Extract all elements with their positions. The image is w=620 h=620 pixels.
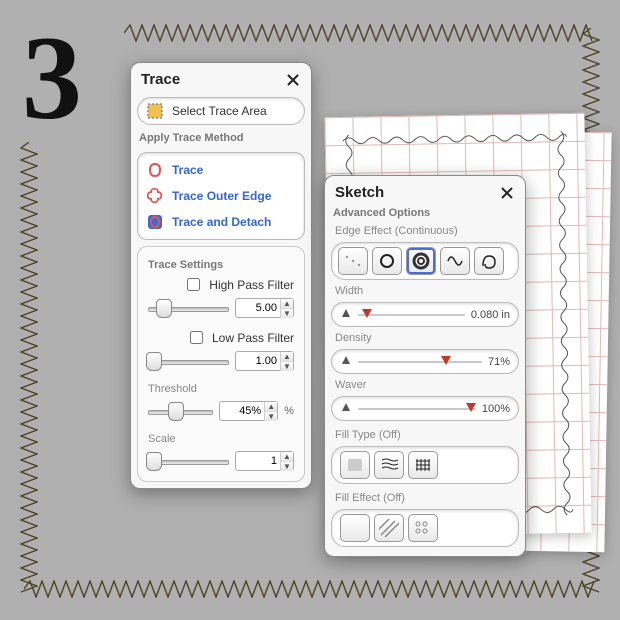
trace-settings-section: Trace Settings High Pass Filter ▲▼ Low P… (137, 246, 305, 482)
apply-method-heading: Apply Trace Method (137, 128, 305, 148)
scale-stepper[interactable]: ▲▼ (280, 452, 293, 471)
scale-field[interactable]: ▲▼ (235, 451, 294, 471)
select-trace-area-label: Select Trace Area (172, 104, 267, 118)
width-value: 0.080 in (471, 309, 510, 321)
trace-detach-button[interactable]: Trace and Detach (144, 209, 298, 235)
density-slider[interactable]: 71% (331, 349, 519, 374)
detach-icon (146, 213, 164, 231)
edge-swatch-ring[interactable] (406, 247, 436, 275)
fill-swatch-none[interactable] (340, 451, 370, 479)
threshold-field[interactable]: ▲▼ (219, 401, 278, 421)
select-trace-area-button[interactable]: Select Trace Area (137, 97, 305, 125)
edge-effect-label: Edge Effect (Continuous) (331, 223, 519, 239)
pen-icon (340, 401, 352, 416)
pen-icon (340, 307, 352, 322)
step-numeral: 3 3 (22, 22, 122, 145)
waver-value: 100% (482, 403, 510, 415)
trace-outer-edge-button[interactable]: Trace Outer Edge (144, 183, 298, 209)
blob-icon (146, 161, 164, 179)
sketch-panel: Sketch Advanced Options Edge Effect (Con… (324, 175, 526, 557)
threshold-slider[interactable] (148, 403, 213, 419)
fill-effect-picker[interactable] (331, 509, 519, 547)
threshold-unit: % (284, 405, 294, 417)
sketch-advanced-heading: Advanced Options (331, 207, 519, 223)
width-label: Width (331, 283, 519, 299)
fill-type-picker[interactable] (331, 446, 519, 484)
threshold-label: Threshold (148, 381, 294, 397)
trace-detach-label: Trace and Detach (172, 215, 271, 229)
trace-close-button[interactable] (285, 72, 301, 88)
edge-swatch-dotted[interactable] (338, 247, 368, 275)
flower-outline-icon (146, 187, 164, 205)
effect-swatch-plain[interactable] (340, 514, 370, 542)
high-pass-checkbox[interactable] (187, 278, 200, 291)
zig-bottom (24, 580, 596, 598)
high-pass-label: High Pass Filter (209, 278, 294, 292)
low-pass-slider[interactable] (148, 353, 229, 369)
edge-swatch-circle[interactable] (372, 247, 402, 275)
width-slider[interactable]: 0.080 in (331, 302, 519, 327)
waver-label: Waver (331, 377, 519, 393)
fill-swatch-grid[interactable] (408, 451, 438, 479)
fill-type-label: Fill Type (Off) (331, 427, 519, 443)
high-pass-field[interactable]: ▲▼ (235, 298, 294, 318)
zig-top (124, 24, 596, 42)
low-pass-checkbox[interactable] (190, 331, 203, 344)
edge-swatch-swirl[interactable] (440, 247, 470, 275)
scale-label: Scale (148, 431, 294, 447)
trace-label: Trace (172, 163, 203, 177)
low-pass-field[interactable]: ▲▼ (235, 351, 294, 371)
waver-slider[interactable]: 100% (331, 396, 519, 421)
density-label: Density (331, 330, 519, 346)
threshold-stepper[interactable]: ▲▼ (264, 402, 277, 421)
density-value: 71% (488, 356, 510, 368)
edge-effect-picker[interactable] (331, 242, 519, 280)
trace-settings-heading: Trace Settings (148, 255, 294, 275)
effect-swatch-dots[interactable] (408, 514, 438, 542)
pen-icon (340, 354, 352, 369)
effect-swatch-hatch[interactable] (374, 514, 404, 542)
trace-panel: Trace Select Trace Area Apply Trace Meth… (130, 62, 312, 489)
marquee-icon (146, 102, 164, 120)
trace-outer-label: Trace Outer Edge (172, 189, 271, 203)
edge-swatch-loop[interactable] (474, 247, 504, 275)
fill-effect-label: Fill Effect (Off) (331, 490, 519, 506)
trace-button[interactable]: Trace (144, 157, 298, 183)
zig-left (20, 142, 38, 594)
high-pass-stepper[interactable]: ▲▼ (280, 299, 293, 318)
high-pass-slider[interactable] (148, 300, 229, 316)
fill-swatch-lines[interactable] (374, 451, 404, 479)
scale-slider[interactable] (148, 453, 229, 469)
sketch-close-button[interactable] (499, 185, 515, 201)
sketch-title: Sketch (335, 184, 384, 201)
low-pass-label: Low Pass Filter (212, 331, 294, 345)
trace-title: Trace (141, 71, 180, 88)
low-pass-stepper[interactable]: ▲▼ (280, 352, 293, 371)
